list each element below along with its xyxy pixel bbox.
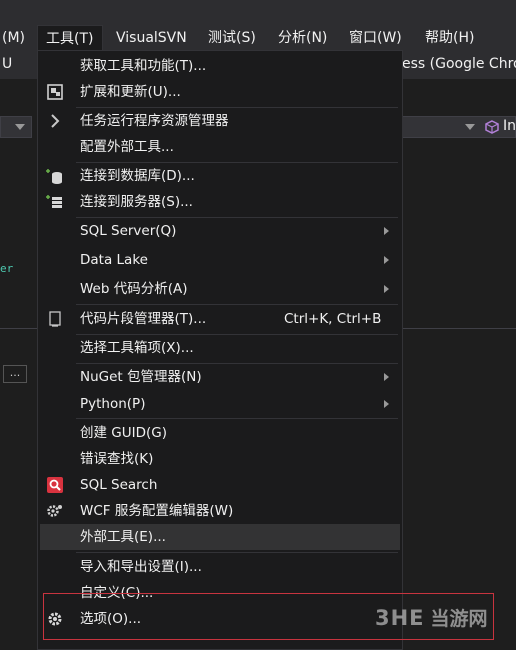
menu-item-snippets-manager[interactable]: 代码片段管理器(T)... Ctrl+K, Ctrl+B <box>40 306 400 332</box>
snippet-icon <box>49 311 61 327</box>
menu-separator <box>76 552 398 553</box>
submenu-arrow-icon <box>384 373 389 381</box>
menu-item-task-runner[interactable]: 任务运行程序资源管理器 <box>40 108 400 134</box>
sql-search-icon <box>47 477 63 493</box>
menu-item-connect-database[interactable]: 连接到数据库(D)... <box>40 163 400 189</box>
menu-item-label: 连接到数据库(D)... <box>80 168 195 184</box>
menu-item-label: 配置外部工具... <box>80 139 174 155</box>
watermark-site: 当游网 <box>430 608 488 630</box>
right-combo-text: In <box>503 118 516 134</box>
submenu-arrow-icon <box>384 285 389 293</box>
chevron-down-icon <box>465 124 475 130</box>
menu-item-get-tools[interactable]: 获取工具和功能(T)... <box>40 53 400 79</box>
extensions-icon <box>47 84 63 100</box>
menu-item-create-guid[interactable]: 创建 GUID(G) <box>40 420 400 446</box>
menu-item-label: 代码片段管理器(T)... <box>80 311 207 327</box>
menu-item-data-lake[interactable]: Data Lake <box>40 247 400 273</box>
menu-item-label: 导入和导出设置(I)... <box>80 559 202 575</box>
cube-icon <box>485 120 499 134</box>
menu-item-label: 连接到服务器(S)... <box>80 194 193 210</box>
menu-item-label: 外部工具(E)... <box>80 529 166 545</box>
menu-item-label: SQL Server(Q) <box>80 223 177 239</box>
chevron-down-icon <box>15 124 25 130</box>
menu-item-tools[interactable]: 工具(T) <box>37 25 103 51</box>
database-connect-icon <box>46 169 62 184</box>
toolbar-debug-target[interactable]: ess (Google Chro <box>402 56 516 72</box>
menu-item-test[interactable]: 测试(S) <box>208 25 256 51</box>
menu-item-label: 任务运行程序资源管理器 <box>80 113 229 129</box>
menu-item-sql-search[interactable]: SQL Search <box>40 472 400 498</box>
menu-item-connect-server[interactable]: 连接到服务器(S)... <box>40 189 400 215</box>
menu-item-error-lookup[interactable]: 错误查找(K) <box>40 446 400 472</box>
menu-item-wcf-editor[interactable]: WCF 服务配置编辑器(W) <box>40 498 400 524</box>
menu-item-label: Python(P) <box>80 396 146 412</box>
menu-item-window[interactable]: 窗口(W) <box>349 25 402 51</box>
wcf-gear-icon <box>47 505 62 517</box>
menu-separator <box>76 304 398 305</box>
watermark-logo: 3HE <box>375 606 425 630</box>
menu-item-configure-external[interactable]: 配置外部工具... <box>40 134 400 160</box>
menu-item-web-code-analysis[interactable]: Web 代码分析(A) <box>40 276 400 302</box>
menu-item-external-tools[interactable]: 外部工具(E)... <box>40 524 400 550</box>
menu-item-label: Data Lake <box>80 252 148 268</box>
menu-bar: (M) 工具(T) VisualSVN 测试(S) 分析(N) 窗口(W) 帮助… <box>0 25 516 51</box>
server-connect-icon <box>46 195 62 208</box>
toolbar-left-text: U <box>2 56 13 72</box>
menu-item-label: Web 代码分析(A) <box>80 281 188 297</box>
submenu-arrow-icon <box>384 256 389 264</box>
menu-item-choose-toolbox[interactable]: 选择工具箱项(X)... <box>40 335 400 361</box>
tools-menu-dropdown: 获取工具和功能(T)... 扩展和更新(U)... 任务运行程序资源管理器 配置… <box>37 50 403 650</box>
watermark: 3HE 当游网 <box>375 604 488 631</box>
menu-item-analyze[interactable]: 分析(N) <box>278 25 327 51</box>
menu-item-partial[interactable]: (M) <box>2 25 25 51</box>
menu-item-extensions[interactable]: 扩展和更新(U)... <box>40 79 400 105</box>
menu-item-label: 错误查找(K) <box>80 451 154 467</box>
menu-item-label: SQL Search <box>80 477 158 493</box>
ellipsis-button[interactable]: ... <box>3 365 27 383</box>
left-combo[interactable] <box>0 116 32 138</box>
chevron-right-icon <box>51 114 60 128</box>
submenu-arrow-icon <box>384 227 389 235</box>
menu-item-help[interactable]: 帮助(H) <box>425 25 474 51</box>
code-fragment: er <box>0 262 14 275</box>
menu-item-import-export[interactable]: 导入和导出设置(I)... <box>40 554 400 580</box>
menu-item-label: 选择工具箱项(X)... <box>80 340 194 356</box>
menu-item-visualsvn[interactable]: VisualSVN <box>116 25 187 51</box>
menu-item-sql-server[interactable]: SQL Server(Q) <box>40 218 400 244</box>
submenu-arrow-icon <box>384 400 389 408</box>
menu-item-nuget[interactable]: NuGet 包管理器(N) <box>40 364 400 390</box>
menu-item-label: 扩展和更新(U)... <box>80 84 181 100</box>
right-combo[interactable]: In <box>402 116 516 138</box>
menu-separator <box>76 418 398 419</box>
menu-item-label: WCF 服务配置编辑器(W) <box>80 503 234 519</box>
menu-item-label: 创建 GUID(G) <box>80 425 168 441</box>
menu-item-label: NuGet 包管理器(N) <box>80 369 202 385</box>
menu-item-label: 获取工具和功能(T)... <box>80 58 207 74</box>
menu-item-shortcut: Ctrl+K, Ctrl+B <box>284 311 382 327</box>
menu-item-python[interactable]: Python(P) <box>40 391 400 417</box>
title-strip <box>0 0 516 25</box>
